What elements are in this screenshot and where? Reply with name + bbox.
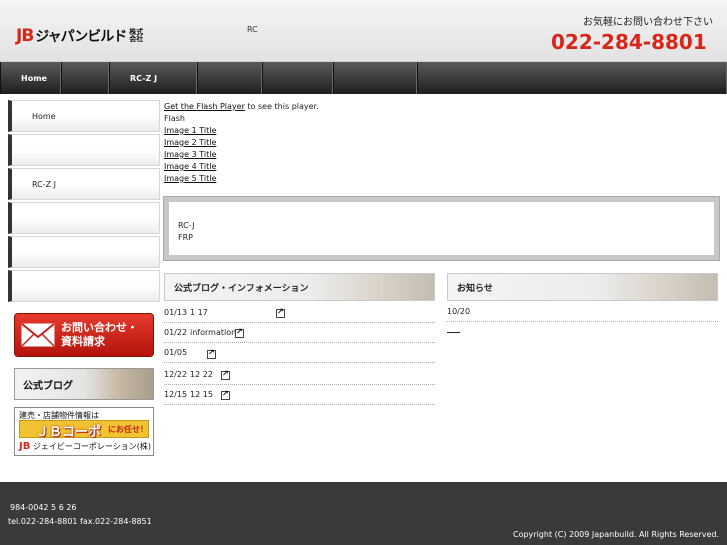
logo-corp-label: 株式会社 (129, 28, 144, 43)
sidebar-item-5[interactable] (8, 236, 160, 268)
sidebar-item-2[interactable] (8, 134, 160, 166)
blog-title[interactable]: 12 22 (190, 370, 213, 379)
blog-list-item: 01/13 1 17 (164, 303, 435, 323)
nav-item-home[interactable]: Home (0, 62, 61, 94)
flash-slideshow-fallback: Get the Flash Player to see this player.… (164, 101, 464, 185)
nav-item-4[interactable] (197, 62, 262, 94)
jb-corpo-mark: JB (19, 441, 31, 452)
news-dash (447, 332, 460, 333)
site-footer: 984-0042 5 6 26 tel.022-284-8801 fax.022… (0, 482, 727, 545)
header-contact-text: お気軽にお問い合わせ下さい (583, 17, 713, 28)
blog-title[interactable]: 1 17 (190, 308, 208, 317)
news-divider (447, 321, 718, 322)
contact-button-line1: お問い合わせ・ (61, 321, 138, 334)
get-flash-line: Get the Flash Player to see this player. (164, 101, 464, 113)
contact-button-line2: 資料請求 (61, 335, 105, 348)
sidebar-item-6[interactable] (8, 270, 160, 302)
contact-request-button[interactable]: お問い合わせ・ 資料請求 (14, 313, 154, 357)
flash-label: Flash (164, 114, 185, 123)
get-flash-suffix: to see this player. (244, 102, 319, 111)
external-link-icon[interactable] (221, 389, 230, 400)
logo-jb-mark: JB (16, 26, 34, 46)
nav-item-5[interactable] (262, 62, 333, 94)
image-title-link[interactable]: Image 3 Title (164, 149, 464, 161)
external-link-icon[interactable] (276, 307, 285, 318)
external-link-icon[interactable] (207, 348, 216, 359)
image-title-link[interactable]: Image 2 Title (164, 137, 464, 149)
site-header: JB ジャパンビルド 株式会社 RC お気軽にお問い合わせ下さい 022-284… (0, 0, 727, 62)
blog-list-item: 01/22 information (164, 323, 435, 343)
blog-title[interactable]: 12 15 (190, 390, 213, 399)
nav-item-7[interactable] (417, 62, 727, 94)
blog-date: 12/22 (164, 370, 188, 379)
blog-date: 01/05 (164, 348, 188, 357)
jb-corpo-banner[interactable]: 建売・店舗物件情報は ＪＢコーポ にお任せ！ JB ジェイビーコーポレーション(… (14, 407, 154, 456)
image-title-link[interactable]: Image 5 Title (164, 173, 464, 185)
jb-corpo-tagline: にお任せ！ (108, 425, 148, 434)
global-nav: Home RC-Z J (0, 62, 727, 94)
get-flash-player-link[interactable]: Get the Flash Player (164, 102, 245, 111)
info-line-frp: FRP (178, 233, 193, 242)
blog-date: 01/13 (164, 308, 188, 317)
nav-item-6[interactable] (333, 62, 417, 94)
nav-item-2[interactable] (61, 62, 109, 94)
blog-list-item: 12/22 12 22 (164, 365, 435, 385)
news-section-heading: お知らせ (447, 273, 718, 301)
footer-tel-fax: tel.022-284-8801 fax.022-284-8851 (8, 517, 152, 526)
blog-title[interactable]: information (190, 328, 236, 337)
logo-company-name: ジャパンビルド (35, 29, 127, 45)
official-blog-button[interactable]: 公式ブログ (14, 368, 154, 400)
sidebar-item-home[interactable]: Home (8, 100, 160, 132)
blog-date: 12/15 (164, 390, 188, 399)
image-title-link[interactable]: Image 1 Title (164, 125, 464, 137)
envelope-icon (21, 320, 57, 350)
blog-list-item: 01/05 (164, 343, 435, 363)
info-line-rcj: RC-J (178, 221, 195, 230)
jb-corpo-name: ＪＢコーポ (36, 425, 102, 440)
news-date: 10/20 (447, 307, 471, 316)
jb-corpo-line3: JB ジェイビーコーポレーション(株) (19, 441, 151, 452)
blog-section-heading: 公式ブログ・インフォメーション (164, 273, 435, 301)
jb-corpo-highlight: ＪＢコーポ にお任せ！ (19, 420, 149, 440)
footer-copyright: Copyright (C) 2009 Japanbuild. All Right… (513, 530, 719, 539)
blog-list-item: 12/15 12 15 (164, 385, 435, 405)
sidebar-item-rc-zj[interactable]: RC-Z J (8, 168, 160, 200)
image-title-link[interactable]: Image 4 Title (164, 161, 464, 173)
nav-item-rc-zj[interactable]: RC-Z J (109, 62, 197, 94)
jb-corpo-company: ジェイビーコーポレーション(株) (32, 442, 151, 451)
external-link-icon[interactable] (235, 327, 244, 338)
sidebar-item-4[interactable] (8, 202, 160, 234)
sidebar-menu: Home RC-Z J (8, 100, 160, 304)
external-link-icon[interactable] (221, 369, 230, 380)
footer-address: 984-0042 5 6 26 (10, 503, 77, 512)
site-logo[interactable]: JB ジャパンビルド 株式会社 (16, 26, 143, 46)
header-phone-number: 022-284-8801 (551, 30, 707, 54)
info-box: RC-J FRP (163, 196, 720, 261)
blog-date: 01/22 (164, 328, 188, 337)
header-rc-label: RC (247, 25, 258, 34)
